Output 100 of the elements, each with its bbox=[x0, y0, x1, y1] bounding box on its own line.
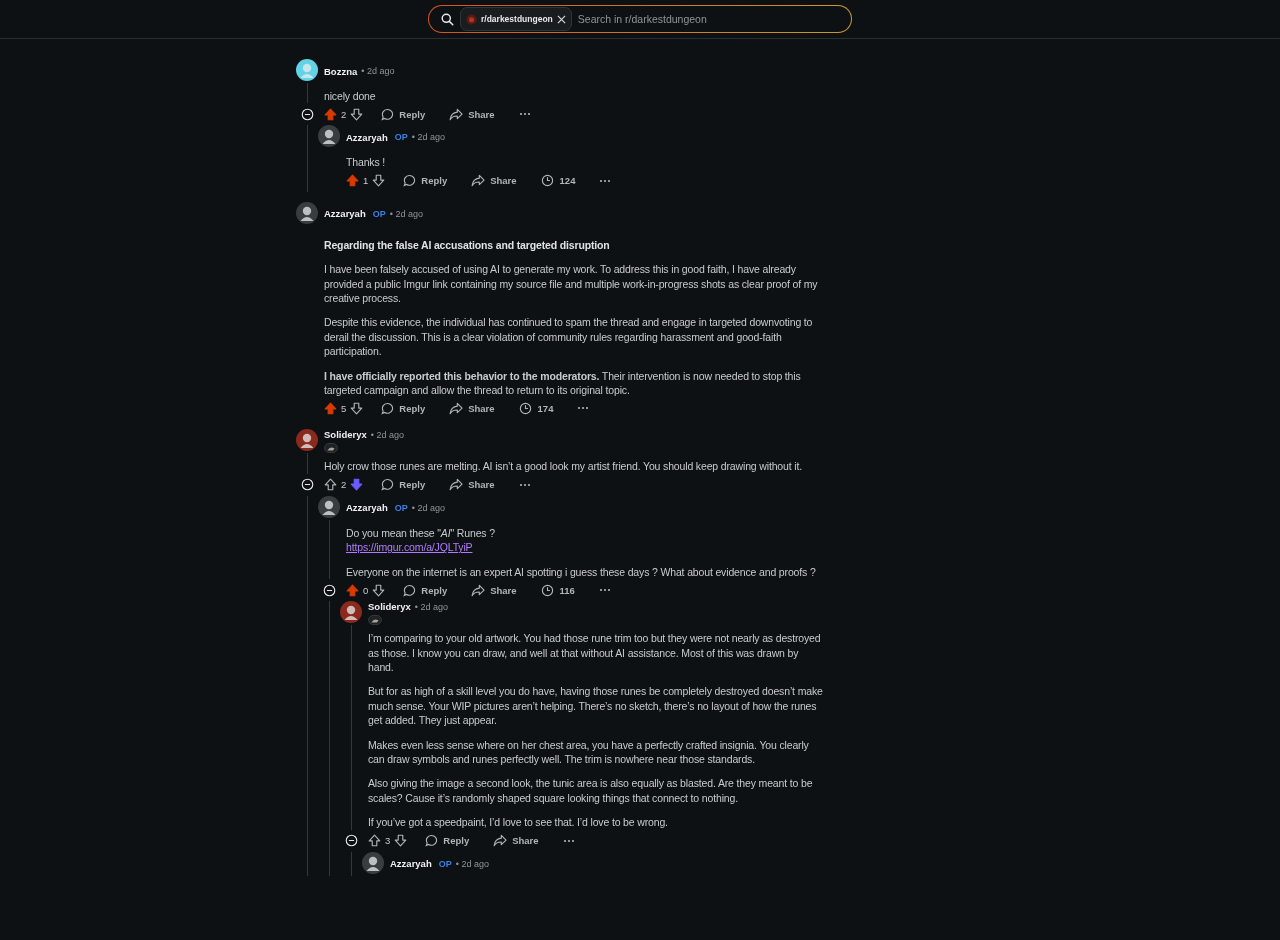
user-avatar[interactable] bbox=[318, 125, 340, 148]
community-name: r/darkestdungeon bbox=[481, 14, 553, 24]
username[interactable]: Azzaryah bbox=[346, 502, 388, 514]
comment-title: Regarding the false AI accusations and targeted disruption bbox=[324, 237, 611, 253]
reply-icon bbox=[425, 834, 439, 848]
upvote-icon[interactable] bbox=[368, 834, 381, 848]
share-button[interactable]: Share bbox=[493, 834, 539, 848]
user-avatar[interactable] bbox=[296, 201, 318, 224]
community-chip[interactable]: r/darkestdungeon bbox=[460, 7, 572, 31]
reply-icon bbox=[403, 174, 417, 188]
user-avatar[interactable] bbox=[340, 601, 362, 624]
username[interactable]: Azzaryah bbox=[324, 208, 366, 220]
collapse-icon[interactable] bbox=[322, 583, 336, 597]
comment-text: I’m comparing to your old artwork. You had those rune trim too but they were not nearly as destroyed as those. I know you can draw, and well at that without AI assistance. Most of this was drawn by hand. bbox=[368, 631, 822, 675]
share-button[interactable]: Share bbox=[471, 583, 517, 597]
downvote-icon[interactable] bbox=[394, 834, 408, 848]
vote-count: 3 bbox=[385, 835, 391, 847]
more-icon[interactable] bbox=[577, 406, 590, 411]
op-tag: OP bbox=[394, 132, 408, 143]
share-button[interactable]: Share bbox=[449, 107, 495, 121]
share-icon bbox=[449, 107, 464, 121]
community-icon bbox=[466, 13, 477, 25]
share-icon bbox=[471, 174, 486, 188]
view-count: 116 bbox=[559, 584, 575, 596]
collapse-icon[interactable] bbox=[344, 834, 358, 848]
reply-button[interactable]: Reply bbox=[381, 401, 426, 415]
reply-button[interactable]: Reply bbox=[403, 174, 448, 188]
clock-icon bbox=[540, 583, 554, 597]
upvote-icon[interactable] bbox=[346, 174, 359, 188]
search-field[interactable]: r/darkestdungeon Search in r/darkestdungeon bbox=[428, 5, 852, 33]
reply-icon bbox=[403, 583, 417, 597]
reply-icon bbox=[381, 478, 395, 492]
comment-text: I have officially reported this behavior to the moderators. Their intervention is now needed to stop this targeted campaign and allow the thread to return to its original topic. bbox=[324, 368, 802, 398]
share-icon bbox=[449, 478, 464, 492]
reply-icon bbox=[381, 107, 395, 121]
downvote-icon[interactable] bbox=[372, 583, 386, 597]
more-icon[interactable] bbox=[599, 178, 612, 183]
user-avatar[interactable] bbox=[318, 495, 340, 518]
comment-text: Makes even less sense where on her chest area, you have a perfectly crafted insignia. You clearly can draw symbols and runes perfectly well. The trim is nowhere near those standards. bbox=[368, 737, 810, 767]
more-icon[interactable] bbox=[598, 588, 611, 593]
username[interactable]: Azzaryah bbox=[346, 131, 388, 143]
vote-count: 2 bbox=[341, 479, 347, 491]
share-button[interactable]: Share bbox=[449, 401, 495, 415]
share-icon bbox=[493, 834, 508, 848]
user-avatar[interactable] bbox=[296, 429, 318, 452]
op-tag: OP bbox=[394, 502, 408, 513]
username[interactable]: Bozzna bbox=[324, 65, 358, 77]
more-icon[interactable] bbox=[562, 838, 575, 843]
upvote-icon[interactable] bbox=[324, 401, 337, 415]
collapse-icon[interactable] bbox=[300, 478, 314, 492]
comment-time: • 2d ago bbox=[414, 601, 448, 612]
user-avatar[interactable] bbox=[296, 59, 318, 81]
user-flair-icon bbox=[368, 615, 382, 626]
comment-text: Also giving the image a second look, the tunic area is also equally as blasted. Are they meant to be scales? Cause it’s randomly shaped square looking things that connect to nothing. bbox=[368, 776, 814, 806]
downvote-icon[interactable] bbox=[350, 107, 364, 121]
comment-time: • 2d ago bbox=[455, 858, 489, 869]
share-button[interactable]: Share bbox=[449, 478, 495, 492]
upvote-icon[interactable] bbox=[324, 478, 337, 492]
comment-text: I have been falsely accused of using AI to generate my work. To address this in good faith, I have already provided a public Imgur link containing my source file and multiple work-in-progress shots as clear proof of my creative process. bbox=[324, 262, 819, 306]
op-tag: OP bbox=[372, 208, 386, 219]
share-icon bbox=[471, 583, 486, 597]
upvote-icon[interactable] bbox=[346, 583, 359, 597]
clock-icon bbox=[540, 174, 554, 188]
username[interactable]: Solideryx bbox=[368, 601, 411, 613]
share-icon bbox=[449, 401, 464, 415]
comment-text: But for as high of a skill level you do have, having those runes be completely destroyed doesn’t make much sense. Your WIP pictures aren’t helping. There’s no sketch, there’s no layout of how the runes get added. They just appear. bbox=[368, 684, 824, 728]
comment-text: Thanks ! bbox=[346, 155, 387, 170]
comment-text: Despite this evidence, the individual has continued to spam the thread and engage in targeted downvoting to derail the discussion. This is a clear violation of community rules regarding harassment and good-faith participation. bbox=[324, 315, 814, 359]
downvote-icon[interactable] bbox=[372, 174, 386, 188]
comment-link[interactable]: https://imgur.com/a/JQLTyiP bbox=[346, 540, 473, 555]
comment-text: Everyone on the internet is an expert AI spotting i guess these days ? What about evidence and proofs ? bbox=[346, 564, 817, 580]
reply-icon bbox=[381, 401, 395, 415]
reply-button[interactable]: Reply bbox=[425, 834, 470, 848]
reply-button[interactable]: Reply bbox=[381, 107, 426, 121]
user-flair-icon bbox=[324, 443, 338, 454]
reply-button[interactable]: Reply bbox=[403, 583, 448, 597]
vote-count: 1 bbox=[363, 175, 369, 187]
more-icon[interactable] bbox=[518, 482, 531, 487]
more-icon[interactable] bbox=[518, 112, 531, 117]
user-avatar[interactable] bbox=[362, 851, 384, 874]
collapse-icon[interactable] bbox=[300, 107, 314, 121]
comment-text: nicely done bbox=[324, 89, 377, 104]
comment-time: • 2d ago bbox=[411, 502, 445, 513]
op-tag: OP bbox=[438, 858, 452, 869]
username[interactable]: Azzaryah bbox=[390, 858, 432, 870]
view-count: 174 bbox=[537, 402, 554, 414]
comment-text: Do you mean these "AI" Runes ? bbox=[346, 525, 496, 541]
username[interactable]: Solideryx bbox=[324, 429, 367, 441]
comment-text: If you’ve got a speedpaint, I’d love to see that. I’d love to be wrong. bbox=[368, 815, 669, 830]
downvote-icon[interactable] bbox=[350, 401, 364, 415]
close-icon[interactable] bbox=[556, 14, 566, 24]
share-button[interactable]: Share bbox=[471, 174, 517, 188]
reply-button[interactable]: Reply bbox=[381, 478, 426, 492]
upvote-icon[interactable] bbox=[324, 107, 337, 121]
downvote-icon[interactable] bbox=[350, 478, 364, 492]
search-icon bbox=[441, 12, 454, 26]
vote-count: 5 bbox=[341, 402, 347, 414]
comment-time: • 2d ago bbox=[370, 429, 404, 440]
comment-time: • 2d ago bbox=[411, 132, 445, 143]
view-count: 124 bbox=[559, 175, 576, 187]
